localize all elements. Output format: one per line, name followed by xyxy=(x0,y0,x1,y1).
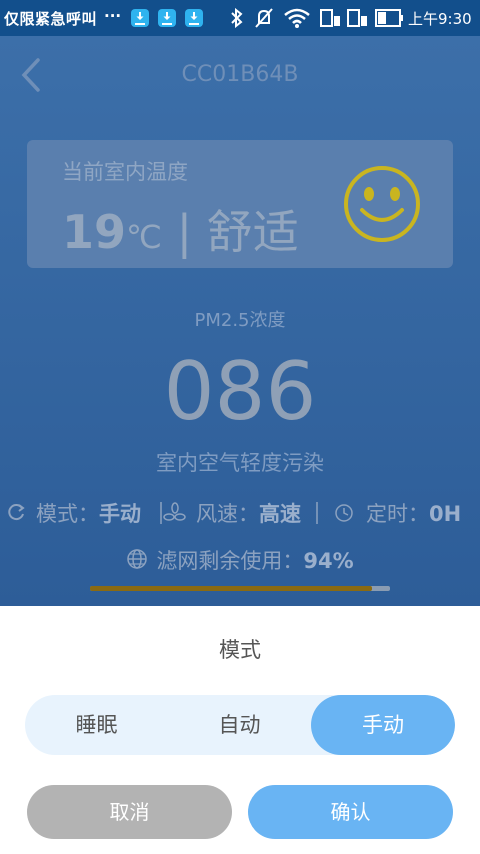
filter-label: 滤网剩余使用： xyxy=(156,549,304,573)
battery-icon xyxy=(375,9,403,27)
temperature-number: 19 xyxy=(62,205,127,259)
notification-overflow: ··· xyxy=(104,7,122,25)
mode-segmented-control: 睡眠 自动 手动 xyxy=(25,695,455,755)
timer-info: 定时：0H xyxy=(366,498,461,528)
sheet-title: 模式 xyxy=(219,638,261,662)
device-info-row: 模式：手动 风速：高速 定时：0H xyxy=(0,498,480,530)
filter-value: 94% xyxy=(303,549,354,573)
mode-refresh-icon xyxy=(8,504,25,521)
speed-info-label: 风速： xyxy=(196,502,259,526)
temperature-value: 19℃ | 舒适 xyxy=(62,196,299,262)
timer-info-value: 0H xyxy=(429,502,462,526)
cancel-button[interactable]: 取消 xyxy=(27,785,232,839)
wifi-icon xyxy=(284,8,310,28)
mode-option-auto[interactable]: 自动 xyxy=(168,695,311,755)
mode-info-label: 模式： xyxy=(36,502,99,526)
temperature-separator: | xyxy=(176,205,193,259)
muted-bell-icon xyxy=(255,8,273,28)
speed-info: 风速：高速 xyxy=(196,498,301,528)
bluetooth-icon xyxy=(231,8,243,28)
air-quality-status: 室内空气轻度污染 xyxy=(156,451,324,475)
mode-info-value: 手动 xyxy=(99,502,141,526)
smiley-face-icon xyxy=(344,166,420,242)
fan-icon xyxy=(160,502,186,524)
temperature-label: 当前室内温度 xyxy=(62,160,188,184)
filter-progress-fill xyxy=(90,586,372,591)
filter-remaining: 滤网剩余使用：94% xyxy=(0,545,480,575)
pm25-label: PM2.5浓度 xyxy=(194,310,286,331)
timer-info-label: 定时： xyxy=(366,502,429,526)
mode-option-manual[interactable]: 手动 xyxy=(311,695,455,755)
filter-progress-bar xyxy=(90,586,390,591)
confirm-button[interactable]: 确认 xyxy=(248,785,453,839)
mode-info: 模式：手动 xyxy=(36,498,141,528)
download-icon xyxy=(158,9,176,27)
sim-signal-icon xyxy=(347,9,367,27)
carrier-text: 仅限紧急呼叫 xyxy=(4,10,98,28)
comfort-text: 舒适 xyxy=(206,205,299,259)
download-icon xyxy=(131,9,149,27)
device-title: CC01B64B xyxy=(181,62,299,87)
timer-clock-icon xyxy=(316,502,353,524)
clock: 上午9:30 xyxy=(408,10,472,28)
speed-info-value: 高速 xyxy=(259,502,301,526)
temperature-unit: ℃ xyxy=(126,218,162,256)
mode-option-sleep[interactable]: 睡眠 xyxy=(25,695,168,755)
filter-globe-icon xyxy=(127,549,148,569)
pm25-value: 086 xyxy=(163,345,317,438)
status-bar: 仅限紧急呼叫 ··· 上午9:30 xyxy=(0,0,480,36)
sim-signal-icon xyxy=(320,9,340,27)
download-icon xyxy=(185,9,203,27)
